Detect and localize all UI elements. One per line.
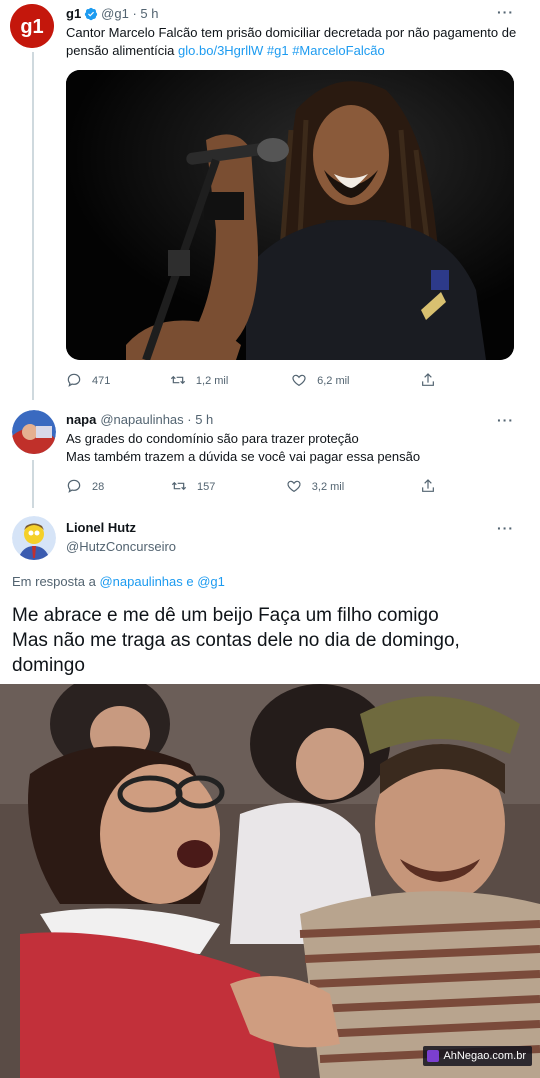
tweet-line-3: domingo [12, 655, 85, 676]
tweet-text: Cantor Marcelo Falcão tem prisão domicil… [66, 24, 522, 60]
author-name[interactable]: Lionel Hutz [66, 520, 176, 535]
tweet-napa: napa @napaulinhas · 5 h ··· As grades do… [0, 400, 540, 508]
reply-context: Em resposta a @napaulinhas e @g1 [12, 574, 225, 589]
tweet-actions: 28 157 3,2 mil [66, 478, 446, 494]
reply-icon [67, 479, 81, 493]
meme-image: AhNegao.com.br [0, 684, 540, 1078]
retweet-icon [170, 375, 185, 385]
tweet-lionel-hutz: Lionel Hutz @HutzConcurseiro ··· Em resp… [0, 508, 540, 684]
watermark-text: AhNegao.com.br [443, 1050, 526, 1062]
retweet-count: 157 [197, 480, 216, 493]
avatar-napa[interactable] [12, 410, 56, 454]
reply-button[interactable]: 471 [66, 372, 170, 388]
share-icon [422, 479, 434, 492]
avatar-image [12, 410, 56, 454]
reply-users-link[interactable]: @napaulinhas e @g1 [99, 574, 224, 589]
like-count: 6,2 mil [317, 374, 350, 387]
like-count: 3,2 mil [311, 480, 345, 493]
share-button[interactable] [420, 478, 446, 494]
reply-count: 28 [92, 480, 105, 493]
thread-line [32, 460, 34, 508]
like-button[interactable]: 6,2 mil [291, 372, 420, 388]
more-options-icon[interactable]: ··· [497, 412, 514, 428]
author-name[interactable]: napa [66, 412, 96, 427]
tweet-line-2: Mas também trazem a dúvida se você vai p… [66, 449, 421, 464]
tweet-text: Me abrace e me dê um beijo Faça um filho… [12, 603, 532, 678]
more-options-icon[interactable]: ··· [497, 520, 514, 536]
share-button[interactable] [420, 372, 446, 388]
tweet-g1: g1 g1 @g1 · 5 h ··· Cantor Marcelo Falcã… [0, 0, 540, 400]
author-name[interactable]: g1 [66, 6, 81, 21]
chaves-meme-image [0, 684, 540, 1078]
retweet-button[interactable]: 157 [171, 478, 286, 494]
reply-button[interactable]: 28 [66, 478, 171, 494]
tweet-line-2: Mas não me traga as contas dele no dia d… [12, 630, 460, 651]
share-icon [422, 373, 434, 386]
retweet-icon [171, 481, 187, 491]
watermark: AhNegao.com.br [423, 1046, 532, 1066]
more-options-icon[interactable]: ··· [497, 4, 514, 20]
author-handle: @HutzConcurseiro [66, 539, 177, 554]
heart-icon [292, 374, 306, 387]
tweet-line-1: As grades do condomínio são para trazer … [66, 431, 359, 446]
like-button[interactable]: 3,2 mil [286, 478, 420, 494]
ahnegao-logo-icon [427, 1050, 440, 1062]
avatar-image [12, 516, 56, 560]
retweet-button[interactable]: 1,2 mil [170, 372, 291, 388]
avatar-g1[interactable]: g1 [10, 4, 54, 48]
heart-icon [287, 480, 301, 493]
author-handle: @napaulinhas · 5 h [100, 412, 214, 427]
author-handle: @g1 · 5 h [101, 6, 159, 21]
verified-badge-icon [85, 7, 98, 20]
singer-photo-image [66, 70, 514, 360]
thread-line [32, 52, 34, 400]
reply-count: 471 [92, 374, 111, 387]
reply-icon [67, 373, 81, 387]
tweet-links[interactable]: glo.bo/3HgrllW #g1 #MarceloFalcão [178, 43, 385, 58]
tweet-photo[interactable] [66, 70, 514, 360]
avatar-lionel-hutz[interactable] [12, 516, 56, 560]
tweet-actions: 471 1,2 mil 6,2 mil [66, 372, 446, 388]
retweet-count: 1,2 mil [195, 374, 229, 387]
tweet-line-1: Me abrace e me dê um beijo Faça um filho… [12, 605, 439, 626]
reply-prefix: Em resposta a [12, 574, 96, 589]
svg-text:g1: g1 [20, 16, 43, 38]
g1-logo-icon: g1 [10, 4, 54, 48]
